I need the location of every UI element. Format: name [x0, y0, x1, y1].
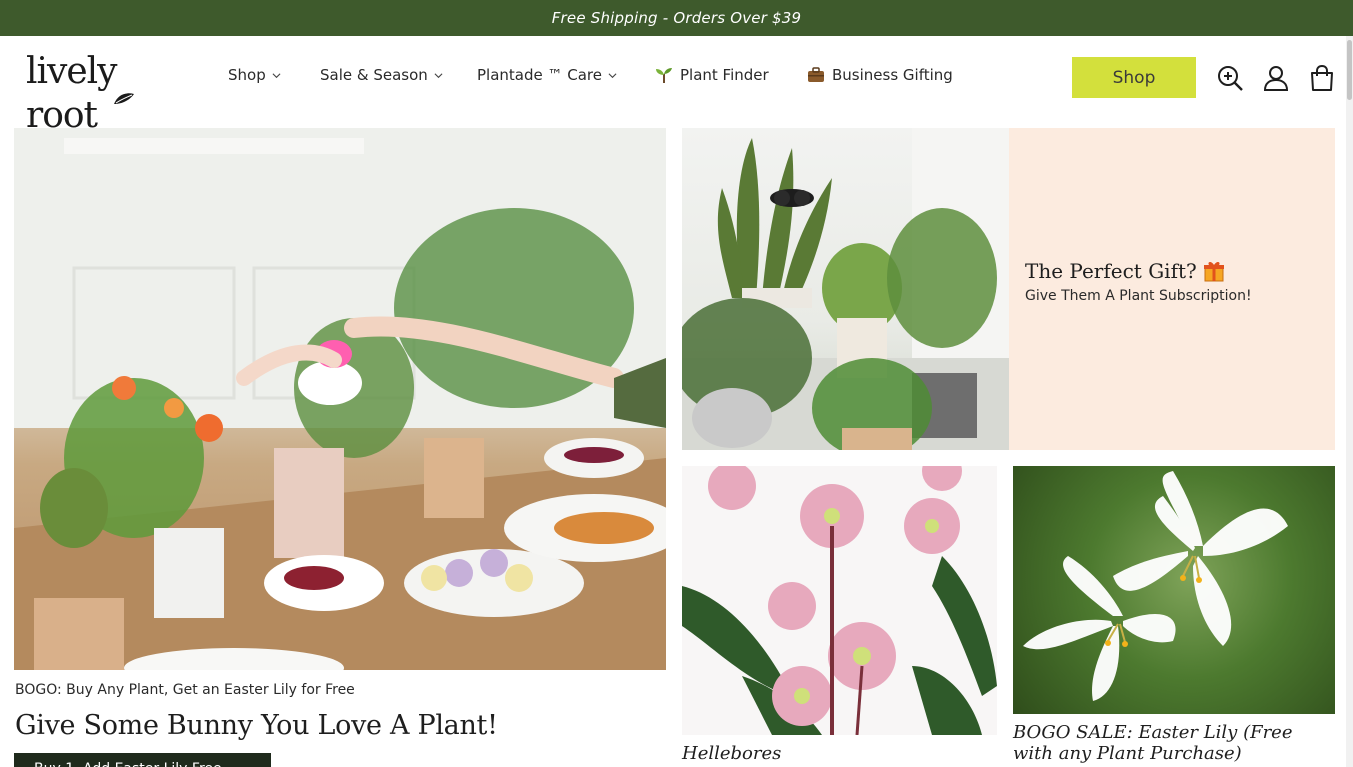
hellebores-illustration: [682, 466, 997, 735]
nav-item-business-gifting[interactable]: Business Gifting: [806, 66, 953, 84]
hero-cta-button[interactable]: Buy 1, Add Easter Lily Free: [14, 753, 271, 767]
gift-icon: [1203, 261, 1224, 282]
nav-item-label: Shop: [228, 66, 266, 84]
scrollbar-thumb[interactable]: [1347, 40, 1352, 100]
chevron-down-icon: [608, 72, 617, 78]
nav-item-label: Business Gifting: [832, 66, 953, 84]
zoom-search-icon[interactable]: [1216, 64, 1244, 92]
nav-item-sale-season[interactable]: Sale & Season: [320, 66, 443, 84]
seedling-icon: [656, 68, 672, 83]
leaf-icon: [114, 93, 134, 104]
nav-item-plant-finder[interactable]: Plant Finder: [654, 66, 769, 84]
nav-item-label: Sale & Season: [320, 66, 428, 84]
nav-item-label: Plant Finder: [680, 66, 769, 84]
hero-illustration: [14, 128, 666, 670]
hero-image[interactable]: [14, 128, 666, 670]
announcement-bar: Free Shipping - Orders Over $39: [0, 0, 1353, 36]
briefcase-icon: [808, 67, 824, 82]
hellebores-image[interactable]: [682, 466, 997, 735]
logo[interactable]: lively root: [26, 50, 191, 136]
shop-button[interactable]: Shop: [1072, 57, 1196, 98]
logo-text: lively root: [26, 51, 118, 136]
nav-item-label: Plantade ™ Care: [477, 66, 603, 84]
chevron-down-icon: [272, 72, 281, 78]
lily-illustration: [1023, 471, 1288, 701]
hellebores-caption[interactable]: Hellebores: [682, 743, 781, 764]
nav-item-shop[interactable]: Shop: [228, 66, 281, 84]
account-icon[interactable]: [1262, 64, 1290, 92]
cart-icon[interactable]: [1308, 64, 1336, 92]
gift-subscription-panel[interactable]: The Perfect Gift? Give Them A Plant Subs…: [1009, 128, 1335, 450]
scrollbar-track[interactable]: [1346, 36, 1353, 767]
hero-title[interactable]: Give Some Bunny You Love A Plant!: [15, 710, 498, 741]
nav-item-plantade-care[interactable]: Plantade ™ Care: [477, 66, 617, 84]
gift-title-row: The Perfect Gift?: [1025, 259, 1225, 283]
gift-subtitle: Give Them A Plant Subscription!: [1025, 288, 1252, 304]
announcement-text: Free Shipping - Orders Over $39: [551, 9, 802, 27]
site-header: lively root Shop Sale & Season Plantade …: [0, 36, 1353, 136]
easter-lily-caption[interactable]: BOGO SALE: Easter Lily (Free with any Pl…: [1013, 722, 1335, 764]
plants-image[interactable]: [682, 128, 1009, 450]
easter-lily-image[interactable]: [1013, 466, 1335, 714]
plants-illustration: [682, 128, 1009, 450]
chevron-down-icon: [434, 72, 443, 78]
gift-title: The Perfect Gift?: [1025, 259, 1197, 283]
hero-caption: BOGO: Buy Any Plant, Get an Easter Lily …: [15, 682, 355, 698]
